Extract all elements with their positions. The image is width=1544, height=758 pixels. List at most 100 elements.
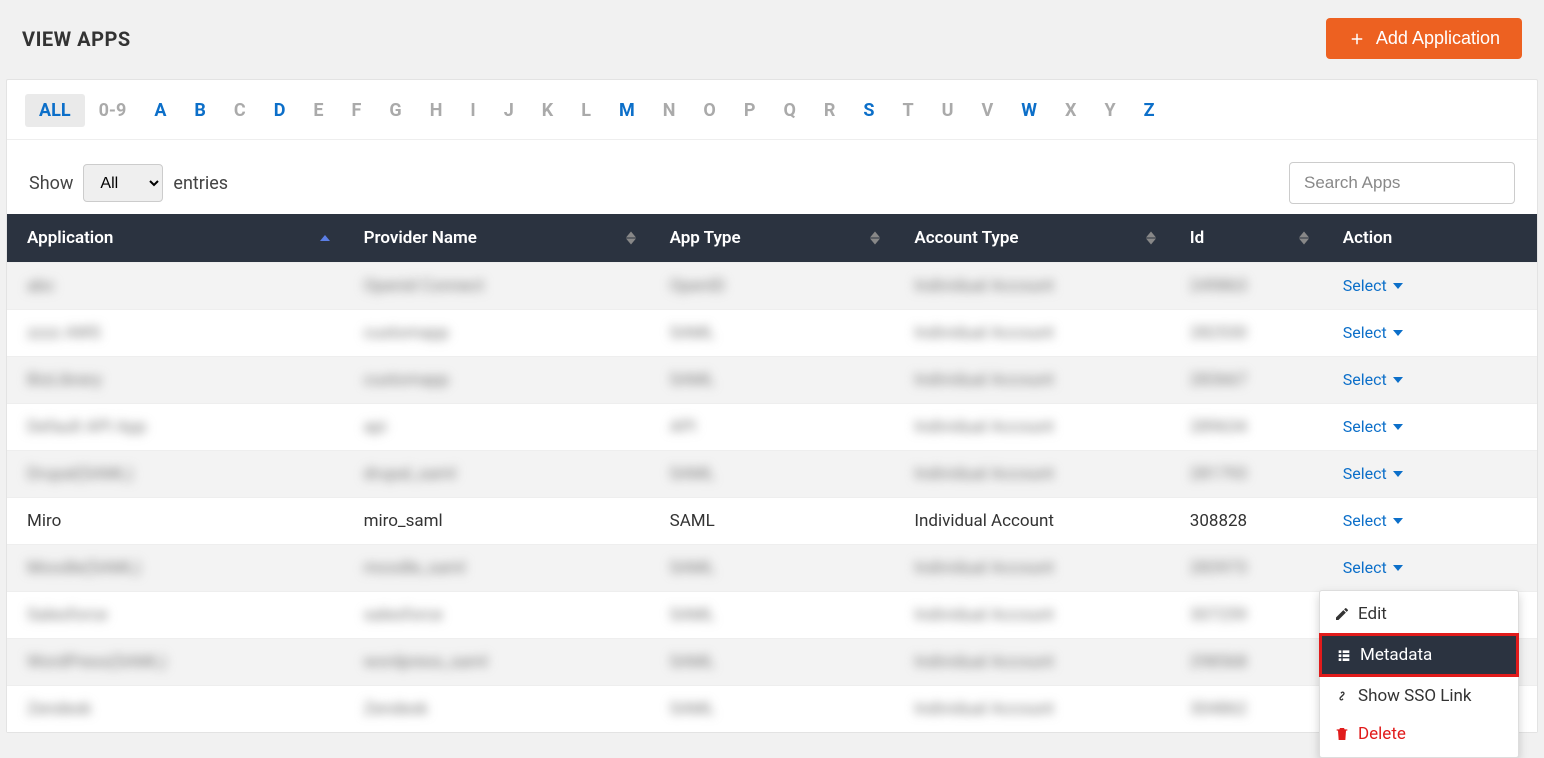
entries-select[interactable]: All	[83, 164, 163, 202]
col-action: Action	[1323, 214, 1537, 263]
cell: 281793	[1170, 451, 1323, 498]
dropdown-edit[interactable]: Edit	[1320, 595, 1518, 633]
table-row: Drupal(SAML)drupal_samlSAMLIndividual Ac…	[7, 451, 1537, 498]
col-id[interactable]: Id	[1170, 214, 1323, 263]
cell: Individual Account	[894, 404, 1169, 451]
select-action[interactable]: Select	[1343, 370, 1403, 389]
table-row: Default API AppapiAPIIndividual Account2…	[7, 404, 1537, 451]
sort-icon	[1146, 232, 1156, 245]
link-icon	[1334, 688, 1350, 704]
alpha-k[interactable]: K	[528, 94, 567, 127]
table-row: abcOpenid ConnectOpenIDIndividual Accoun…	[7, 263, 1537, 310]
add-application-label: Add Application	[1376, 28, 1500, 49]
alpha-m[interactable]: M	[605, 94, 649, 127]
cell: 298568	[1170, 639, 1323, 686]
alpha-h[interactable]: H	[416, 94, 457, 127]
table-row: ZendeskZendeskSAMLIndividual Account3048…	[7, 686, 1537, 733]
cell: Openid Connect	[344, 263, 650, 310]
alpha-d[interactable]: D	[260, 94, 300, 127]
table-row: BizLibrarycustomappSAMLIndividual Accoun…	[7, 357, 1537, 404]
alpha-y[interactable]: Y	[1090, 94, 1129, 127]
cell: moodle_saml	[344, 545, 650, 592]
select-action[interactable]: Select	[1343, 276, 1403, 295]
alpha-a[interactable]: A	[140, 94, 180, 127]
alpha-z[interactable]: Z	[1130, 94, 1169, 127]
cell: api	[344, 404, 650, 451]
cell: SAML	[650, 639, 895, 686]
alpha-c[interactable]: C	[220, 94, 260, 127]
table-row: Moodle(SAML)moodle_samlSAMLIndividual Ac…	[7, 545, 1537, 592]
show-label: Show	[29, 173, 73, 194]
col-provider[interactable]: Provider Name	[344, 214, 650, 263]
sort-icon	[870, 232, 880, 245]
alpha-g[interactable]: G	[375, 94, 415, 127]
cell: WordPress(SAML)	[7, 639, 344, 686]
alpha-o[interactable]: O	[689, 94, 729, 127]
dropdown-show-sso[interactable]: Show SSO Link	[1320, 677, 1518, 715]
alpha-x[interactable]: X	[1051, 94, 1090, 127]
cell: customapp	[344, 357, 650, 404]
cell: abc	[7, 263, 344, 310]
select-action[interactable]: Select	[1343, 417, 1403, 436]
cell-action: Select	[1323, 310, 1537, 357]
alpha-i[interactable]: I	[456, 94, 489, 127]
cell-action: Select	[1323, 498, 1537, 545]
cell: Zendesk	[7, 686, 344, 733]
cell: 308828	[1170, 498, 1323, 545]
caret-down-icon	[1393, 424, 1403, 430]
trash-icon	[1334, 726, 1350, 742]
cell: customapp	[344, 310, 650, 357]
alpha-all[interactable]: ALL	[25, 94, 85, 127]
table-row: Miromiro_samlSAMLIndividual Account30882…	[7, 498, 1537, 545]
alpha-f[interactable]: F	[338, 94, 376, 127]
alpha-p[interactable]: P	[730, 94, 770, 127]
alpha-l[interactable]: L	[567, 94, 605, 127]
cell: 304862	[1170, 686, 1323, 733]
col-application[interactable]: Application	[7, 214, 344, 263]
sort-icon	[626, 232, 636, 245]
list-icon	[1336, 647, 1352, 663]
select-action[interactable]: Select	[1343, 558, 1403, 577]
select-action[interactable]: Select	[1343, 323, 1403, 342]
cell-action: Select	[1323, 545, 1537, 592]
entries-label: entries	[173, 173, 228, 194]
alpha-w[interactable]: W	[1007, 94, 1051, 127]
cell: 307259	[1170, 592, 1323, 639]
cell: SAML	[650, 545, 895, 592]
alpha-j[interactable]: J	[490, 94, 528, 127]
col-apptype[interactable]: App Type	[650, 214, 895, 263]
caret-down-icon	[1393, 330, 1403, 336]
dropdown-metadata[interactable]: Metadata	[1319, 633, 1519, 677]
cell: Individual Account	[894, 639, 1169, 686]
cell: SAML	[650, 451, 895, 498]
cell: Individual Account	[894, 592, 1169, 639]
cell: drupal_saml	[344, 451, 650, 498]
cell: SAML	[650, 686, 895, 733]
search-input[interactable]	[1289, 162, 1515, 204]
cell: Individual Account	[894, 498, 1169, 545]
alpha-q[interactable]: Q	[769, 94, 809, 127]
cell: Zendesk	[344, 686, 650, 733]
alpha-s[interactable]: S	[849, 94, 888, 127]
alpha-t[interactable]: T	[889, 94, 928, 127]
alpha-e[interactable]: E	[299, 94, 337, 127]
dropdown-delete[interactable]: Delete	[1320, 715, 1518, 753]
cell: API	[650, 404, 895, 451]
alpha-v[interactable]: V	[968, 94, 1008, 127]
alpha-0-9[interactable]: 0-9	[85, 94, 141, 127]
select-action[interactable]: Select	[1343, 511, 1403, 530]
edit-icon	[1334, 606, 1350, 622]
alpha-b[interactable]: B	[180, 94, 220, 127]
select-action[interactable]: Select	[1343, 464, 1403, 483]
cell: SAML	[650, 310, 895, 357]
alpha-r[interactable]: R	[810, 94, 850, 127]
cell: 283973	[1170, 545, 1323, 592]
alpha-u[interactable]: U	[928, 94, 968, 127]
alpha-n[interactable]: N	[649, 94, 690, 127]
cell: 283667	[1170, 357, 1323, 404]
cell: SAML	[650, 498, 895, 545]
caret-down-icon	[1393, 565, 1403, 571]
col-account[interactable]: Account Type	[894, 214, 1169, 263]
caret-down-icon	[1393, 518, 1403, 524]
add-application-button[interactable]: Add Application	[1326, 18, 1522, 59]
